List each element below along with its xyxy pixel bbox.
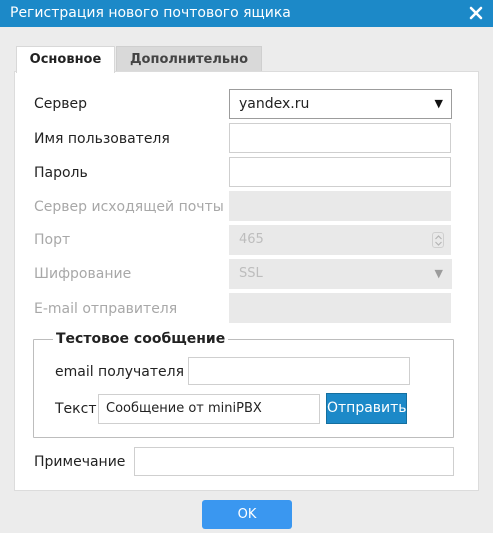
server-label: Сервер [34,96,88,112]
username-input[interactable] [229,123,451,153]
sender-email-label: E-mail отправителя [34,301,178,317]
chevron-down-icon: ▼ [434,267,443,280]
username-label: Имя пользователя [34,131,170,147]
note-input[interactable] [134,447,454,476]
server-select-value: yandex.ru [239,96,310,112]
tab-advanced[interactable]: Дополнительно [116,46,262,72]
server-select[interactable]: yandex.ru ▼ [229,89,452,119]
note-label: Примечание [34,454,126,470]
port-value: 465 [239,232,264,247]
dialog-titlebar: Регистрация нового почтового ящика [0,0,493,27]
ok-button[interactable]: OK [202,500,292,529]
recipient-email-input[interactable] [188,357,410,385]
port-label: Порт [34,232,71,248]
encryption-label: Шифрование [34,266,132,282]
test-message-legend: Тестовое сообщение [53,331,229,348]
smtp-server-label: Сервер исходящей почты [34,199,224,215]
text-label: Текст [55,401,97,417]
sender-email-input[interactable] [229,293,451,323]
spinner-icon[interactable] [432,232,444,248]
tab-main[interactable]: Основное [16,46,115,73]
message-text-input[interactable]: Сообщение от miniPBX [98,394,320,424]
smtp-server-input[interactable] [229,191,451,221]
encryption-select[interactable]: SSL ▼ [229,259,452,289]
chevron-down-icon: ▼ [434,97,443,110]
password-input[interactable] [229,157,451,187]
port-input[interactable]: 465 [229,225,451,255]
encryption-value: SSL [239,266,263,281]
password-label: Пароль [34,165,88,181]
send-button[interactable]: Отправить [326,393,407,424]
recipient-label: email получателя [55,364,185,380]
dialog-title: Регистрация нового почтового ящика [10,5,291,21]
close-icon[interactable] [466,3,486,23]
